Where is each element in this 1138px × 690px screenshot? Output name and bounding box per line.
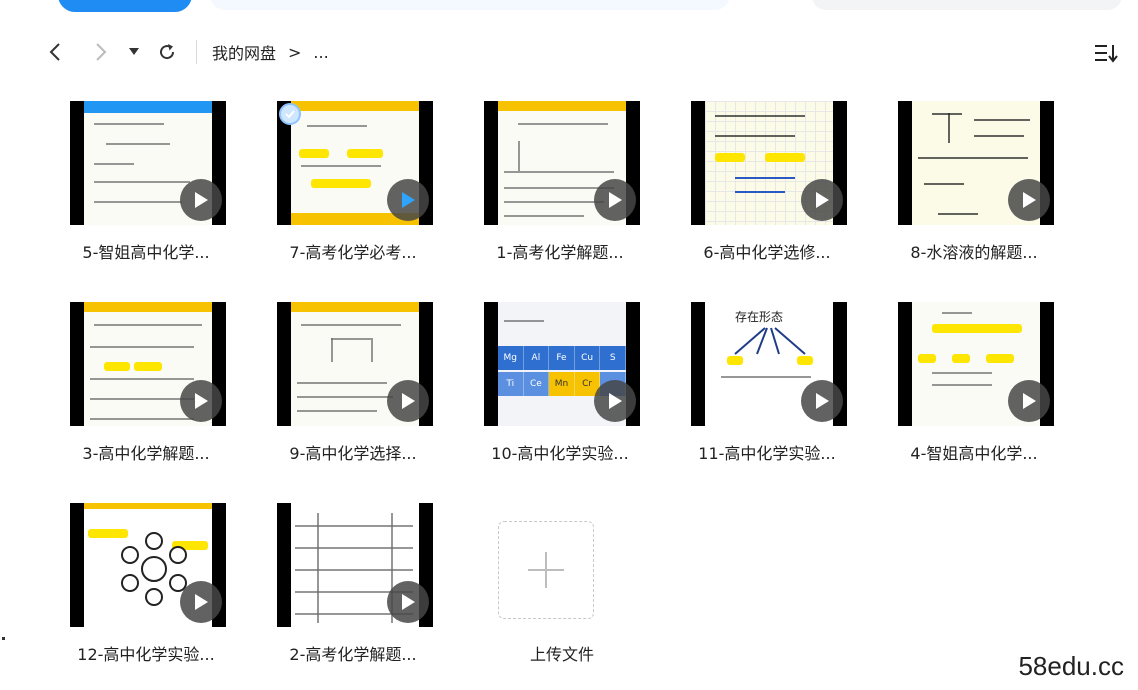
file-name: 11-高中化学实验... — [698, 444, 836, 463]
video-thumbnail — [70, 302, 226, 426]
select-checkbox[interactable] — [279, 103, 301, 125]
file-tile[interactable]: 9-高中化学选择... — [253, 302, 453, 472]
stray-dot — [2, 637, 5, 640]
file-tile[interactable]: Mg Al Fe Cu S Ti Ce Mn Cr 10-高中化学实验... — [460, 302, 660, 472]
video-thumbnail — [70, 503, 226, 627]
video-thumbnail: 存在形态 — [691, 302, 847, 426]
play-icon — [594, 380, 636, 422]
file-name: 2-高考化学解题... — [289, 645, 417, 664]
file-name: 3-高中化学解题... — [82, 444, 210, 463]
video-thumbnail — [484, 101, 640, 225]
element-cell: Mg — [498, 346, 524, 370]
file-name: 8-水溶液的解题... — [910, 243, 1038, 262]
element-cell: Cu — [575, 346, 601, 370]
video-thumbnail — [70, 101, 226, 225]
video-thumbnail — [898, 302, 1054, 426]
element-cell: Al — [524, 346, 550, 370]
file-tile[interactable]: 12-高中化学实验... — [46, 503, 246, 673]
upload-dropzone[interactable] — [498, 521, 594, 619]
element-cell: S — [600, 346, 626, 370]
file-name: 4-智姐高中化学... — [910, 444, 1038, 463]
file-tile[interactable]: 7-高考化学必考... — [253, 101, 453, 271]
video-thumbnail — [277, 302, 433, 426]
element-cell: Fe — [549, 346, 575, 370]
file-name: 7-高考化学必考... — [289, 243, 417, 262]
play-icon — [387, 380, 429, 422]
file-name: 6-高中化学选修... — [703, 243, 831, 262]
watermark: 58edu.cc — [1018, 651, 1124, 681]
play-icon — [1008, 380, 1050, 422]
element-cell: Ti — [498, 372, 524, 396]
file-name: 1-高考化学解题... — [496, 243, 624, 262]
play-icon — [180, 179, 222, 221]
file-tile[interactable]: 5-智姐高中化学... — [46, 101, 246, 271]
video-thumbnail: Mg Al Fe Cu S Ti Ce Mn Cr — [484, 302, 640, 426]
play-icon — [594, 179, 636, 221]
file-name: 9-高中化学选择... — [289, 444, 417, 463]
play-icon — [801, 179, 843, 221]
file-name: 10-高中化学实验... — [491, 444, 629, 463]
play-icon — [387, 581, 429, 623]
play-icon — [180, 581, 222, 623]
video-thumbnail — [277, 503, 433, 627]
play-icon — [801, 380, 843, 422]
upload-tile[interactable]: 上传文件 — [462, 503, 662, 673]
play-icon — [180, 380, 222, 422]
file-tile[interactable]: 8-水溶液的解题... — [874, 101, 1074, 271]
plus-icon — [528, 552, 564, 588]
file-tile[interactable]: 4-智姐高中化学... — [874, 302, 1074, 472]
file-tile[interactable]: 6-高中化学选修... — [667, 101, 867, 271]
video-thumbnail — [898, 101, 1054, 225]
play-icon — [387, 179, 429, 221]
file-tile[interactable]: 3-高中化学解题... — [46, 302, 246, 472]
file-tile[interactable]: 存在形态 11-高中化学实验... — [667, 302, 867, 472]
file-tile[interactable]: 1-高考化学解题... — [460, 101, 660, 271]
upload-label: 上传文件 — [529, 645, 594, 664]
element-cell: Mn — [549, 372, 575, 396]
file-tile[interactable]: 2-高考化学解题... — [253, 503, 453, 673]
file-grid: 5-智姐高中化学... 7-高考化学必考... 1-高考化学解题... 6-高中… — [0, 0, 1138, 690]
file-name: 5-智姐高中化学... — [82, 243, 210, 262]
play-icon — [1008, 179, 1050, 221]
file-name: 12-高中化学实验... — [77, 645, 215, 664]
video-thumbnail — [691, 101, 847, 225]
element-cell: Ce — [524, 372, 550, 396]
file-browser: 我的网盘 > ... 5-智姐高中化学... 7-高考化学必考... 1-高考化… — [0, 0, 1138, 690]
video-thumbnail — [277, 101, 433, 225]
